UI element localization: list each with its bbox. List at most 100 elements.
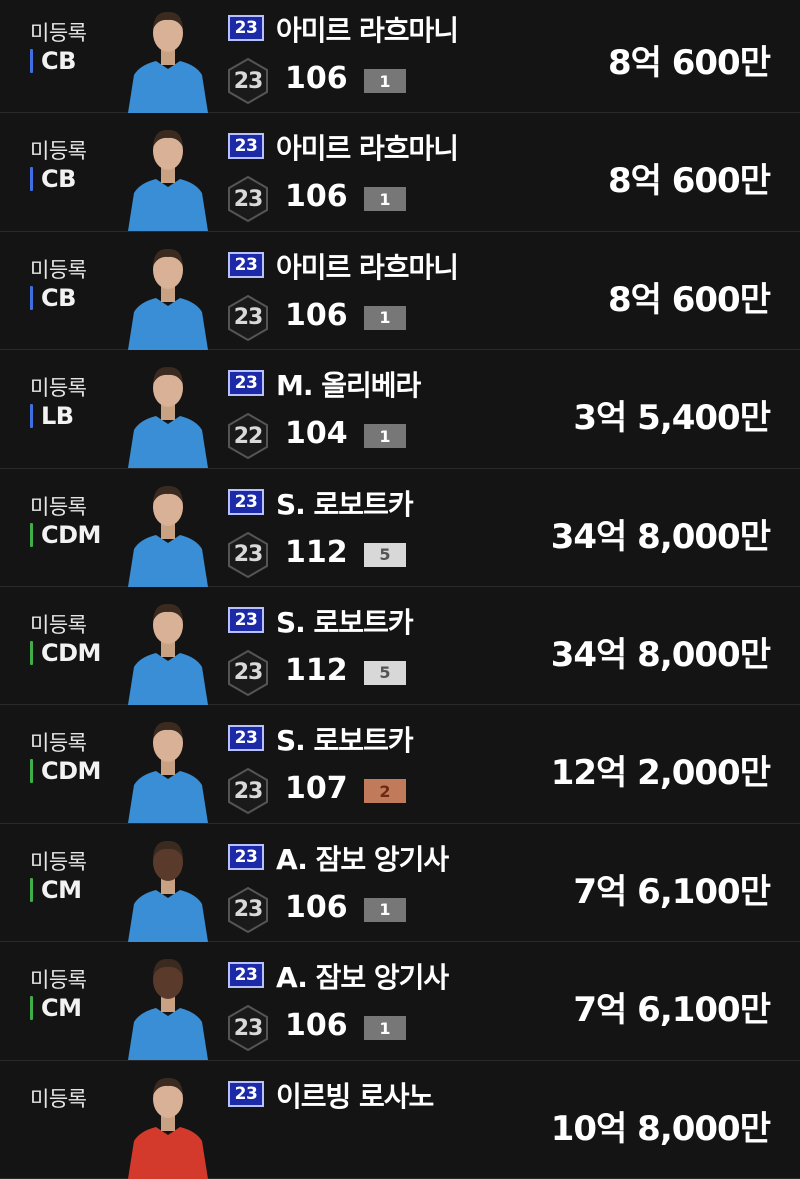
player-price: 8억 600만 [607, 43, 771, 83]
player-name: 아미르 라흐마니 [276, 14, 459, 47]
enhance-grade-badge: 1 [364, 424, 406, 449]
enhance-grade-badge: 5 [364, 660, 406, 685]
enhance-grade-badge: 1 [364, 1016, 406, 1041]
overall-rating: 112 [285, 652, 348, 688]
player-list: 미등록 CB 23 아미르 라흐마니 23 106 1 8억 600만 미등록 … [0, 0, 800, 1179]
position-color-bar [30, 404, 33, 429]
registration-status: 미등록 [30, 139, 87, 164]
overall-rating: 106 [285, 61, 348, 96]
enhance-grade-badge: 1 [364, 897, 406, 922]
overall-rating: 106 [285, 889, 348, 925]
registration-status: 미등록 [30, 849, 87, 874]
position-label: LB [30, 402, 74, 430]
enhance-grade-badge: 5 [364, 542, 406, 567]
position-label: CDM [30, 639, 101, 667]
position-text: CDM [41, 757, 101, 786]
hex-season-number: 23 [233, 1015, 264, 1041]
overall-rating: 107 [285, 771, 348, 807]
position-text: CB [41, 47, 76, 75]
season-badge: 23 [228, 606, 264, 633]
position-label: CDM [30, 757, 101, 785]
position-text: CM [41, 875, 82, 904]
player-price: 10억 8,000만 [550, 1108, 771, 1149]
hex-season-number: 23 [233, 186, 264, 212]
player-portrait-icon [128, 1077, 208, 1179]
player-name: M. 올리베라 [276, 369, 421, 403]
player-portrait-icon [128, 367, 208, 469]
registration-status: 미등록 [30, 968, 87, 993]
season-badge: 23 [228, 962, 264, 989]
position-label: CB [30, 284, 76, 312]
player-portrait-icon [128, 722, 208, 824]
player-row[interactable]: 미등록 LB 23 M. 올리베라 22 104 1 3억 5,400만 [0, 350, 800, 469]
position-color-bar [30, 759, 33, 784]
player-portrait-icon [128, 11, 208, 113]
player-name: A. 잠보 앙기사 [276, 842, 449, 876]
season-badge: 23 [228, 133, 264, 160]
hex-season-number [226, 1123, 270, 1171]
player-row[interactable]: 미등록 CB 23 아미르 라흐마니 23 106 1 8억 600만 [0, 113, 800, 232]
enhance-grade-badge: 2 [364, 779, 406, 804]
season-badge: 23 [228, 725, 264, 752]
season-badge: 23 [228, 251, 264, 278]
player-portrait-icon [128, 840, 208, 942]
player-row[interactable]: 미등록 CB 23 아미르 라흐마니 23 106 1 8억 600만 [0, 231, 800, 351]
position-color-bar [30, 167, 33, 192]
position-text: CDM [41, 638, 101, 667]
registration-status: 미등록 [30, 494, 87, 519]
player-row[interactable]: 미등록 CDM 23 S. 로보트카 23 112 5 34억 8,000만 [0, 468, 800, 587]
hex-season-number: 23 [233, 305, 264, 331]
position-text: CB [41, 283, 76, 312]
season-badge: 23 [228, 370, 264, 397]
enhance-grade-badge: 1 [364, 69, 406, 93]
position-label: CB [30, 165, 76, 193]
season-badge: 23 [228, 1080, 264, 1107]
player-name: 이르빙 로사노 [276, 1079, 434, 1113]
position-color-bar [30, 49, 33, 73]
registration-status: 미등록 [30, 612, 87, 637]
registration-status: 미등록 [30, 257, 87, 282]
player-name: 아미르 라흐마니 [276, 132, 459, 166]
player-name: S. 로보트카 [276, 487, 414, 521]
position-color-bar [30, 522, 33, 547]
registration-status: 미등록 [30, 21, 87, 45]
player-row[interactable]: 미등록 CM 23 A. 잠보 앙기사 23 106 1 7억 6,100만 [0, 823, 800, 943]
overall-rating: 106 [285, 1008, 348, 1044]
hex-season-number: 22 [233, 423, 264, 449]
player-price: 34억 8,000만 [550, 516, 771, 557]
overall-rating: 106 [285, 297, 348, 333]
player-portrait-icon [128, 959, 208, 1061]
overall-rating: 104 [285, 416, 348, 452]
player-row[interactable]: 미등록 CM 23 A. 잠보 앙기사 23 106 1 7억 6,100만 [0, 942, 800, 1061]
hex-season-number: 23 [233, 542, 264, 568]
player-portrait-icon [128, 130, 208, 232]
player-row[interactable]: 미등록 CB 23 아미르 라흐마니 23 106 1 8억 600만 [0, 0, 800, 114]
player-row[interactable]: 미등록 CDM 23 S. 로보트카 23 107 2 12억 2,000만 [0, 705, 800, 824]
registration-status: 미등록 [30, 376, 87, 401]
player-price: 3억 5,400만 [573, 398, 771, 439]
player-portrait-icon [128, 248, 208, 350]
player-price: 12억 2,000만 [550, 753, 771, 794]
season-badge: 23 [228, 843, 264, 870]
enhance-grade-badge: 1 [364, 305, 406, 330]
player-price: 8억 600만 [607, 279, 771, 320]
season-badge: 23 [228, 15, 264, 41]
player-price: 7억 6,100만 [573, 990, 771, 1031]
player-row[interactable]: 미등록 23 이르빙 로사노 10억 8,000만 [0, 1060, 800, 1179]
position-color-bar [30, 877, 33, 902]
position-label: CM [30, 876, 82, 904]
position-color-bar [30, 285, 33, 310]
position-label: CDM [30, 521, 101, 549]
enhance-grade-badge: 1 [364, 187, 406, 212]
registration-status: 미등록 [30, 731, 87, 756]
registration-status: 미등록 [30, 1086, 87, 1111]
player-name: 아미르 라흐마니 [276, 250, 459, 284]
player-price: 7억 6,100만 [573, 871, 771, 912]
position-label: CB [30, 47, 76, 75]
player-row[interactable]: 미등록 CDM 23 S. 로보트카 23 112 5 34억 8,000만 [0, 586, 800, 706]
hex-season-number: 23 [233, 897, 264, 923]
position-color-bar [30, 996, 33, 1021]
overall-rating: 112 [285, 534, 348, 570]
player-portrait-icon [128, 603, 208, 705]
player-name: A. 잠보 앙기사 [276, 961, 449, 995]
